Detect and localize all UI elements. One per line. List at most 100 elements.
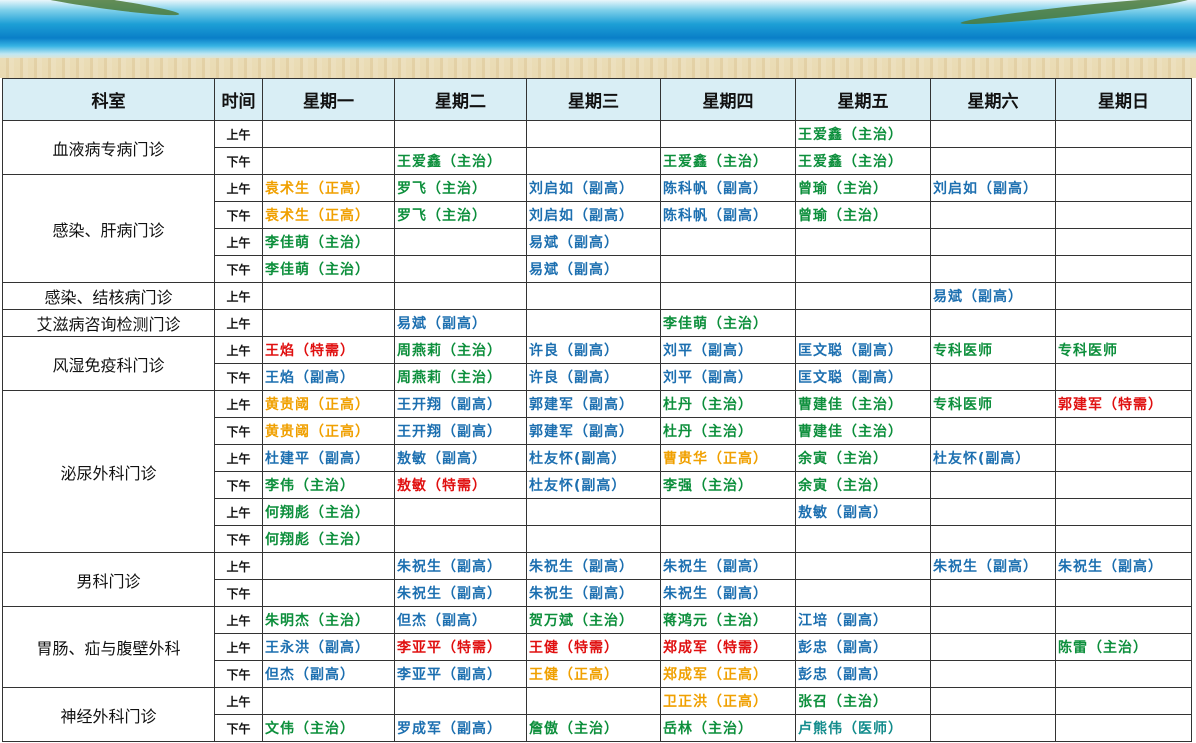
doctor-cell (262, 147, 395, 175)
doctor-cell: 张召（主治） (795, 687, 931, 715)
department-name: 男科门诊 (2, 552, 215, 607)
doctor-cell (1055, 660, 1192, 688)
doctor-cell: 朱祝生（副高） (526, 552, 661, 580)
doctor-cell: 王开翔（副高） (394, 417, 527, 445)
doctor-cell: 李亚平（特需） (394, 633, 527, 661)
doctor-cell: 彭忠（副高） (795, 660, 931, 688)
time-slot: 下午 (214, 525, 263, 553)
doctor-cell (1055, 363, 1192, 391)
doctor-cell (262, 120, 395, 148)
header-friday: 星期五 (795, 78, 931, 121)
doctor-cell: 黄贵阈（正高） (262, 390, 395, 418)
doctor-cell: 王爱鑫（主治） (795, 147, 931, 175)
doctor-cell: 郭建军（副高） (526, 417, 661, 445)
doctor-cell: 许良（副高） (526, 363, 661, 391)
doctor-cell: 李伟（主治） (262, 471, 395, 499)
table-row: 艾滋病咨询检测门诊 上午 易斌（副高） 李佳萌（主治） (2, 309, 1192, 337)
doctor-cell (262, 309, 395, 337)
doctor-cell (1055, 255, 1192, 283)
doctor-cell (795, 255, 931, 283)
time-slot: 下午 (214, 579, 263, 607)
doctor-cell: 刘启如（副高） (526, 174, 661, 202)
sand-strip (0, 58, 1196, 78)
doctor-cell: 匡文聪（副高） (795, 336, 931, 364)
doctor-cell (394, 120, 527, 148)
doctor-cell (930, 471, 1056, 499)
doctor-cell: 杜丹（主治） (660, 390, 796, 418)
doctor-cell: 专科医师 (930, 390, 1056, 418)
time-slot: 上午 (214, 336, 263, 364)
department-name: 风湿免疫科门诊 (2, 336, 215, 391)
department-name: 感染、结核病门诊 (2, 282, 215, 310)
time-slot: 下午 (214, 660, 263, 688)
doctor-cell (1055, 201, 1192, 229)
doctor-cell (1055, 525, 1192, 553)
doctor-cell (930, 417, 1056, 445)
doctor-cell: 陈科帆（副高） (660, 201, 796, 229)
doctor-cell: 但杰（副高） (262, 660, 395, 688)
doctor-cell (795, 579, 931, 607)
doctor-cell (660, 255, 796, 283)
doctor-cell: 文伟（主治） (262, 714, 395, 742)
doctor-cell: 曾瑜（主治） (795, 174, 931, 202)
doctor-cell: 王爱鑫（主治） (795, 120, 931, 148)
doctor-cell (394, 228, 527, 256)
doctor-cell (526, 525, 661, 553)
table-row: 血液病专病门诊 上午 王爱鑫（主治） (2, 120, 1192, 175)
doctor-cell: 袁术生（正高） (262, 201, 395, 229)
doctor-cell (795, 525, 931, 553)
doctor-cell: 王爱鑫（主治） (660, 147, 796, 175)
doctor-cell: 余寅（主治） (795, 471, 931, 499)
doctor-cell: 刘启如（副高） (930, 174, 1056, 202)
doctor-cell: 刘平（副高） (660, 363, 796, 391)
time-slot: 上午 (214, 174, 263, 202)
time-slot: 上午 (214, 552, 263, 580)
doctor-cell: 易斌（副高） (394, 309, 527, 337)
doctor-cell: 岳林（主治） (660, 714, 796, 742)
doctor-cell (660, 282, 796, 310)
doctor-cell: 许良（副高） (526, 336, 661, 364)
table-row: 胃肠、疝与腹壁外科 上午 朱明杰（主治） 但杰（副高） 贺万斌（主治） 蒋鸿元（主治） 江培… (2, 606, 1192, 688)
doctor-cell (1055, 687, 1192, 715)
doctor-cell: 朱祝生（副高） (394, 579, 527, 607)
time-slot: 下午 (214, 714, 263, 742)
doctor-cell (660, 498, 796, 526)
doctor-cell (795, 282, 931, 310)
doctor-cell (930, 120, 1056, 148)
header-department: 科室 (2, 78, 215, 121)
doctor-cell (930, 498, 1056, 526)
doctor-cell: 陈科帆（副高） (660, 174, 796, 202)
doctor-cell: 敖敏（副高） (394, 444, 527, 472)
doctor-cell (660, 120, 796, 148)
doctor-cell: 曾瑜（主治） (795, 201, 931, 229)
clinic-schedule-table: 科室 时间 星期一 星期二 星期三 星期四 星期五 星期六 星期日 血液病专病门… (2, 78, 1192, 742)
header-wednesday: 星期三 (526, 78, 661, 121)
header-monday: 星期一 (262, 78, 395, 121)
doctor-cell (1055, 309, 1192, 337)
doctor-cell (930, 309, 1056, 337)
doctor-cell (930, 363, 1056, 391)
doctor-cell (262, 579, 395, 607)
doctor-cell: 朱祝生（副高） (526, 579, 661, 607)
doctor-cell: 刘启如（副高） (526, 201, 661, 229)
doctor-cell (930, 147, 1056, 175)
doctor-cell (1055, 120, 1192, 148)
doctor-cell: 朱祝生（副高） (1055, 552, 1192, 580)
doctor-cell: 王焰（特需） (262, 336, 395, 364)
table-row: 泌尿外科门诊 上午 黄贵阈（正高） 王开翔（副高） 郭建军（副高） 杜丹（主治） 曹建佳（主… (2, 390, 1192, 553)
table-row: 神经外科门诊 上午 卫正洪（正高） 张召（主治） (2, 687, 1192, 742)
doctor-cell: 专科医师 (930, 336, 1056, 364)
doctor-cell: 王焰（副高） (262, 363, 395, 391)
doctor-cell: 朱祝生（副高） (660, 579, 796, 607)
table-row: 男科门诊 上午 朱祝生（副高） 朱祝生（副高） 朱祝生（副高） 朱祝生（副高） 朱祝生（… (2, 552, 1192, 607)
department-name: 血液病专病门诊 (2, 120, 215, 175)
doctor-cell (1055, 498, 1192, 526)
doctor-cell (1055, 714, 1192, 742)
doctor-cell: 何翔彪（主治） (262, 498, 395, 526)
doctor-cell: 蒋鸿元（主治） (660, 606, 796, 634)
time-slot: 下午 (214, 417, 263, 445)
doctor-cell (1055, 147, 1192, 175)
doctor-cell: 罗飞（主治） (394, 174, 527, 202)
doctor-cell (526, 120, 661, 148)
doctor-cell (930, 606, 1056, 634)
